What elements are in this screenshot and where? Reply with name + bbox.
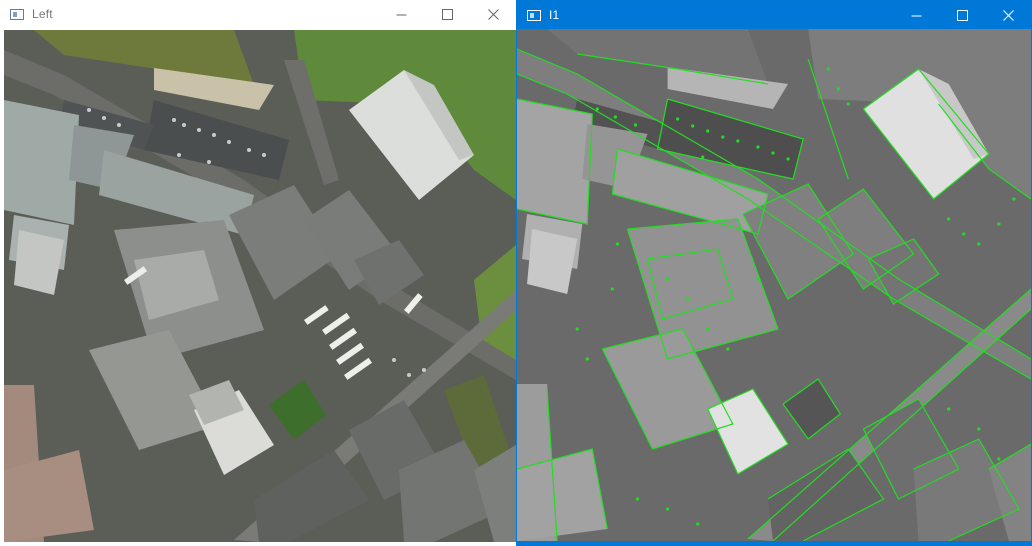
left-image-canvas[interactable] [4, 30, 516, 542]
left-window-titlebar[interactable]: Left [0, 0, 516, 28]
right-window-title: I1 [549, 8, 560, 22]
maximize-icon [956, 9, 968, 21]
close-button[interactable] [985, 1, 1031, 29]
i1-image-canvas[interactable] [517, 29, 1031, 541]
minimize-button[interactable] [378, 0, 424, 28]
left-window-title: Left [32, 7, 53, 21]
close-button[interactable] [470, 0, 516, 28]
left-image-window[interactable]: Left [0, 0, 516, 546]
minimize-icon [911, 15, 921, 16]
maximize-icon [441, 8, 453, 20]
left-window-controls [378, 0, 516, 28]
close-icon [1002, 9, 1014, 21]
close-icon [487, 8, 499, 20]
i1-image-window[interactable]: I1 [516, 0, 1032, 546]
maximize-button[interactable] [424, 0, 470, 28]
minimize-icon [396, 14, 406, 15]
right-window-titlebar[interactable]: I1 [517, 1, 1031, 29]
window-app-icon [527, 9, 541, 21]
minimize-button[interactable] [893, 1, 939, 29]
maximize-button[interactable] [939, 1, 985, 29]
aerial-photo-grayscale-with-edges [517, 29, 1031, 541]
aerial-photo-color [4, 30, 516, 542]
window-app-icon [10, 8, 24, 20]
right-window-controls [893, 1, 1031, 29]
